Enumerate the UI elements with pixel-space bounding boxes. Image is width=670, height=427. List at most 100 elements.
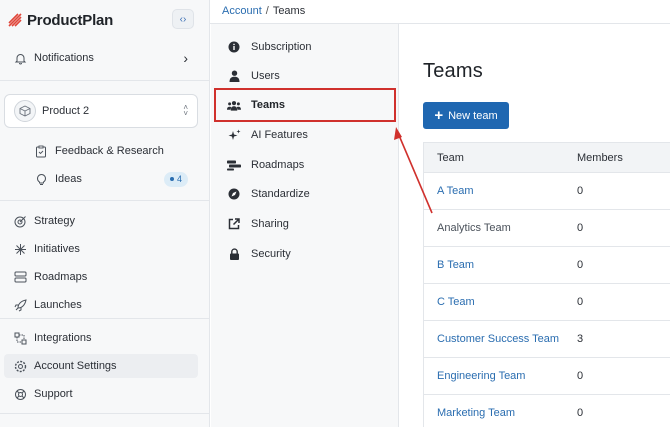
table-row: B Team 0	[424, 247, 670, 284]
breadcrumb-separator: /	[265, 5, 269, 17]
sidebar-divider	[0, 200, 210, 201]
roadmap-lanes-icon	[12, 269, 28, 285]
roadmap-icon	[227, 158, 241, 172]
team-members-count: 0	[577, 296, 584, 308]
productplan-logo-icon	[8, 13, 22, 27]
team-name-link[interactable]: Engineering Team	[424, 370, 577, 382]
cube-icon	[14, 100, 36, 122]
team-name-link[interactable]: B Team	[424, 259, 577, 271]
table-row: Analytics Team 0	[424, 210, 670, 247]
app-name: ProductPlan	[27, 11, 114, 29]
sidebar-item-label: Feedback & Research	[55, 145, 164, 157]
sidebar-item-label: Strategy	[34, 215, 75, 227]
table-row: A Team 0	[424, 173, 670, 210]
team-members-count: 0	[577, 407, 584, 419]
breadcrumb: Account / Teams	[222, 4, 305, 18]
team-members-count: 0	[577, 370, 584, 382]
annotation-highlight-box	[214, 88, 396, 122]
settings-item-label: AI Features	[251, 129, 308, 141]
sidebar-item-label: Account Settings	[34, 360, 117, 372]
integrations-icon	[12, 330, 28, 346]
settings-item-label: Users	[251, 70, 280, 82]
rocket-icon	[12, 297, 28, 313]
lifebuoy-icon	[12, 386, 28, 402]
team-name-link[interactable]: Customer Success Team	[424, 333, 577, 345]
sidebar-item-integrations[interactable]: Integrations	[4, 326, 198, 350]
settings-item-label: Subscription	[251, 41, 312, 53]
lock-icon	[227, 247, 241, 261]
sidebar-item-ideas[interactable]: Ideas 4	[4, 167, 198, 191]
settings-item-standardize[interactable]: Standardize	[213, 179, 395, 209]
settings-item-label: Sharing	[251, 218, 289, 230]
page-title: Teams	[423, 60, 483, 82]
settings-item-label: Roadmaps	[251, 159, 305, 171]
notifications-label: Notifications	[34, 52, 94, 64]
notifications-item[interactable]: Notifications ›	[8, 46, 198, 70]
table-header-row: Team Members	[424, 143, 670, 173]
settings-item-subscription[interactable]: Subscription	[213, 32, 395, 62]
teams-table: Team Members A Team 0 Analytics Team 0 B…	[423, 142, 670, 427]
column-header-team[interactable]: Team	[424, 152, 577, 164]
sidebar-item-roadmaps[interactable]: Roadmaps	[4, 265, 198, 289]
table-row: C Team 0	[424, 284, 670, 321]
lightbulb-icon	[33, 171, 49, 187]
sidebar-item-strategy[interactable]: Strategy	[4, 209, 198, 233]
team-name: Analytics Team	[437, 222, 511, 234]
sidebar-item-initiatives[interactable]: Initiatives	[4, 237, 198, 261]
clipboard-icon	[33, 143, 49, 159]
sidebar-item-label: Support	[34, 388, 73, 400]
target-icon	[12, 213, 28, 229]
settings-item-sharing[interactable]: Sharing	[213, 209, 395, 239]
user-icon	[227, 69, 241, 83]
team-name-link[interactable]: A Team	[424, 185, 577, 197]
gear-icon	[12, 358, 28, 374]
compass-icon	[227, 187, 241, 201]
settings-item-users[interactable]: Users	[213, 61, 395, 91]
chevron-updown-icon: ˄ ˅	[183, 103, 188, 118]
new-team-label: New team	[448, 109, 498, 122]
sidebar-item-label: Initiatives	[34, 243, 80, 255]
breadcrumb-account-link[interactable]: Account	[222, 5, 262, 17]
code-brackets-icon: ‹›	[179, 13, 187, 25]
share-icon	[227, 217, 241, 231]
settings-item-roadmaps[interactable]: Roadmaps	[213, 150, 395, 180]
sidebar-item-label: Launches	[34, 299, 82, 311]
chevron-right-icon: ›	[183, 50, 188, 66]
sidebar-item-account-settings[interactable]: Account Settings	[4, 354, 198, 378]
team-members-count: 3	[577, 333, 584, 345]
badge-dot-icon	[169, 177, 174, 181]
table-row: Engineering Team 0	[424, 358, 670, 395]
ideas-count-badge: 4	[163, 171, 188, 187]
collapse-sidebar-button[interactable]: ‹›	[172, 9, 194, 29]
sidebar-item-support[interactable]: Support	[4, 382, 198, 406]
settings-item-security[interactable]: Security	[213, 239, 395, 269]
team-name-link[interactable]: C Team	[424, 296, 577, 308]
settings-item-label: Security	[251, 248, 291, 260]
settings-menu: Subscription Users Teams AI Features Roa…	[211, 24, 399, 427]
sidebar-divider	[0, 80, 210, 81]
sidebar-item-feedback-research[interactable]: Feedback & Research	[4, 139, 198, 163]
badge-count: 4	[176, 174, 182, 184]
team-members-count: 0	[577, 259, 584, 271]
new-team-button[interactable]: + New team	[423, 102, 509, 129]
product-name: Product 2	[42, 105, 90, 117]
app-logo[interactable]: ProductPlan ‹›	[8, 8, 198, 32]
sidebar-item-label: Integrations	[34, 332, 92, 344]
sparkle-burst-icon	[12, 241, 28, 257]
column-header-members[interactable]: Members	[577, 152, 623, 164]
info-icon	[227, 40, 241, 54]
sidebar-divider	[0, 413, 210, 414]
breadcrumb-current: Teams	[272, 5, 306, 17]
sidebar-item-launches[interactable]: Launches	[4, 293, 198, 317]
settings-item-ai-features[interactable]: AI Features	[213, 120, 395, 150]
team-members-count: 0	[577, 222, 584, 234]
settings-item-label: Standardize	[251, 188, 310, 200]
sidebar-divider	[0, 318, 210, 319]
team-name-link[interactable]: Marketing Team	[424, 407, 577, 419]
left-sidebar: ProductPlan ‹› Notifications › Product 2…	[0, 0, 210, 427]
sparkle-icon	[227, 128, 241, 142]
sidebar-item-label: Ideas	[55, 173, 82, 185]
product-switcher[interactable]: Product 2 ˄ ˅	[4, 94, 198, 128]
table-row: Marketing Team 0	[424, 395, 670, 427]
team-members-count: 0	[577, 185, 584, 197]
